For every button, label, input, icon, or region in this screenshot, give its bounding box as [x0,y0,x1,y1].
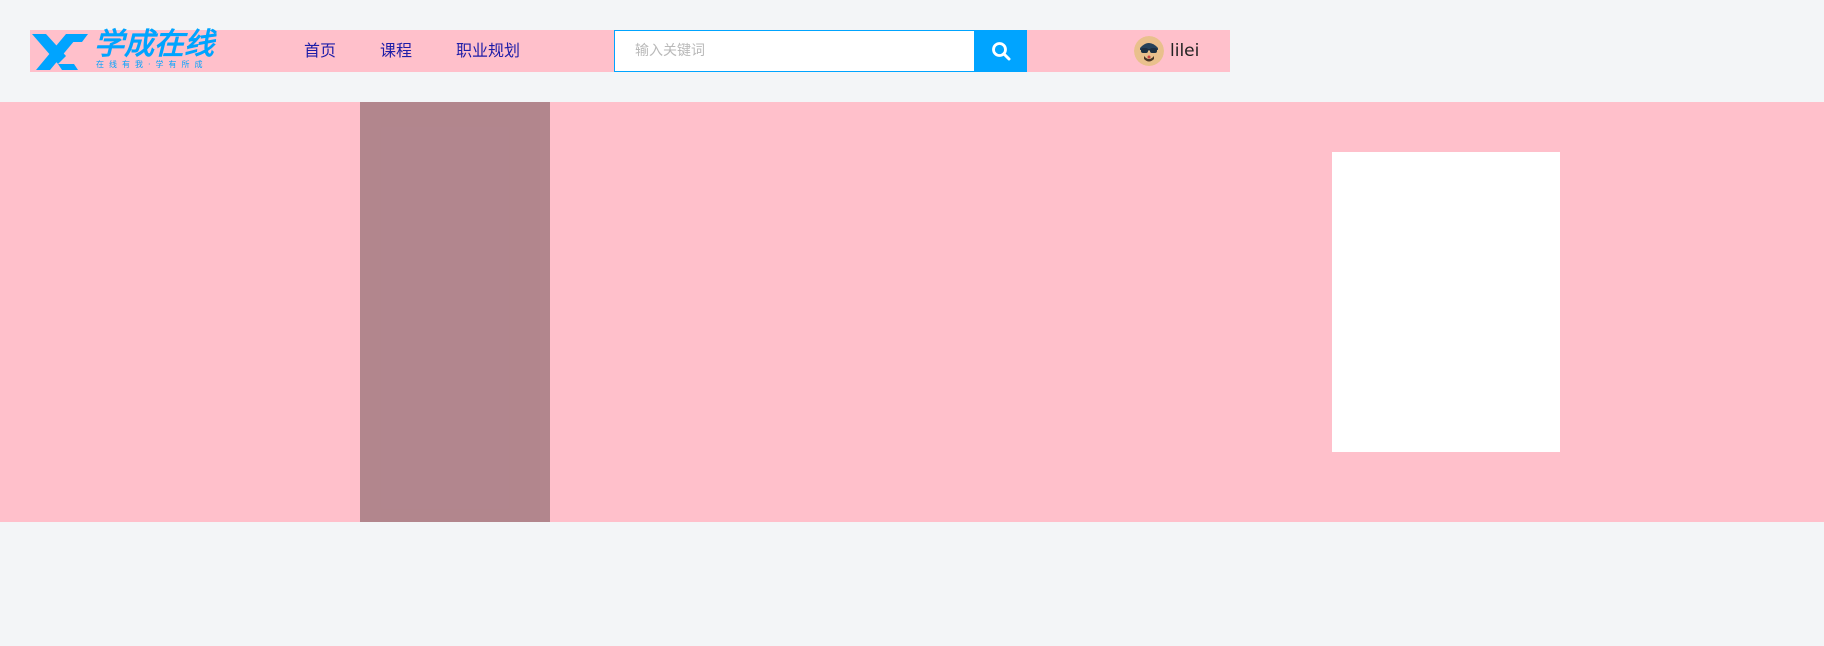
search-input[interactable] [614,30,975,72]
user-menu[interactable]: lilei [1134,30,1199,72]
nav-item-career[interactable]: 职业规划 [456,30,520,72]
logo-title: 学成在线 [94,27,214,62]
nav-item-courses[interactable]: 课程 [380,30,412,72]
header: 学成在线 在线有我·学有所成 首页 课程 职业规划 输入关键词 lilei [30,27,1230,72]
user-avatar-icon [1134,36,1164,66]
nav-item-home[interactable]: 首页 [304,30,336,72]
logo-mark-icon [32,34,88,70]
search-bar [614,30,1028,72]
banner-info-panel [1332,152,1560,452]
search-icon [992,42,1011,61]
username[interactable]: lilei [1170,30,1199,72]
avatar[interactable] [1134,36,1164,66]
banner [0,102,1824,522]
main-nav: 首页 课程 职业规划 [288,30,564,72]
search-button[interactable] [975,30,1027,72]
logo-slogan: 在线有我·学有所成 [96,60,208,69]
banner-category-panel [360,102,550,522]
logo[interactable]: 学成在线 在线有我·学有所成 [30,27,226,72]
